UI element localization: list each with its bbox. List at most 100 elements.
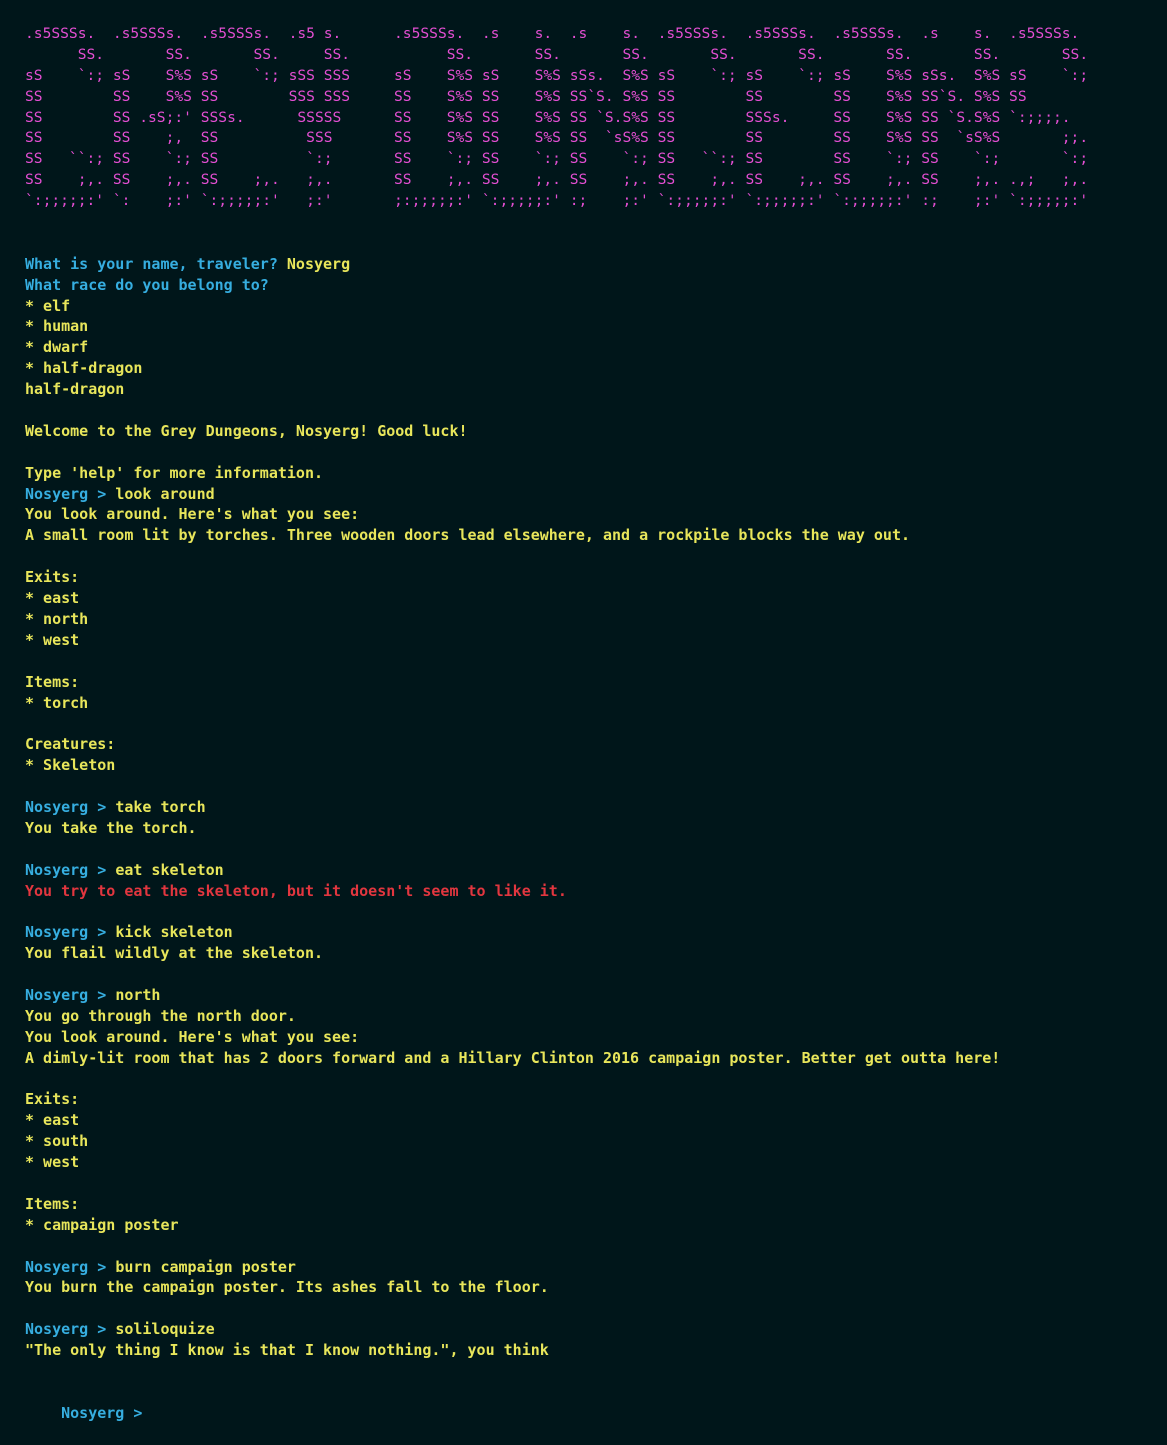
- output-text: * west: [25, 630, 80, 649]
- output-text: "The only thing I know is that I know no…: [25, 1341, 549, 1360]
- banner-line: SS ;,. SS ;,. SS ;,. ;,. SS ;,. SS ;,. S…: [25, 171, 1089, 189]
- output-line: * elf: [25, 296, 1155, 317]
- output-line: * human: [25, 316, 1155, 337]
- output-line: A dimly-lit room that has 2 doors forwar…: [25, 1048, 1155, 1069]
- output-text: * campaign poster: [25, 1215, 179, 1234]
- output-line: "The only thing I know is that I know no…: [25, 1340, 1155, 1361]
- output-line: A small room lit by torches. Three woode…: [25, 525, 1155, 546]
- output-line: You look around. Here's what you see:: [25, 1027, 1155, 1048]
- output-text: * human: [25, 317, 89, 336]
- output-text: * south: [25, 1132, 89, 1151]
- output-text: * east: [25, 1111, 80, 1130]
- output-line: You take the torch.: [25, 818, 1155, 839]
- output-line: * Skeleton: [25, 755, 1155, 776]
- output-line: Exits:: [25, 567, 1155, 588]
- output-line: You look around. Here's what you see:: [25, 504, 1155, 525]
- output-text: * east: [25, 589, 80, 608]
- output-line: * north: [25, 609, 1155, 630]
- input-prompt: Nosyerg >: [61, 1403, 152, 1422]
- output-text: eat skeleton: [115, 860, 224, 879]
- output-line: Items:: [25, 1194, 1155, 1215]
- banner-line: sS `:; sS S%S sS `:; sSS SSS sS S%S sS S…: [25, 66, 1089, 84]
- output-line: * east: [25, 588, 1155, 609]
- output-text: You flail wildly at the skeleton.: [25, 944, 324, 963]
- output-line: * east: [25, 1110, 1155, 1131]
- banner-line: SS SS ;, SS SSS SS S%S SS S%S SS `sS%S S…: [25, 129, 1089, 147]
- output-text: * dwarf: [25, 338, 89, 357]
- output-text: Welcome to the Grey Dungeons, Nosyerg! G…: [25, 421, 468, 440]
- error-text: You try to eat the skeleton, but it does…: [25, 881, 567, 900]
- banner-spacer: [25, 212, 1155, 233]
- banner-line: .s5SSSs. .s5SSSs. .s5SSSs. .s5 s. .s5SSS…: [25, 25, 1080, 42]
- output-text: * north: [25, 609, 89, 628]
- output-text: Items:: [25, 1194, 80, 1213]
- output-line: * dwarf: [25, 337, 1155, 358]
- output-text: Exits:: [25, 1090, 80, 1109]
- output-text: You burn the campaign poster. Its ashes …: [25, 1278, 549, 1297]
- output-text: You take the torch.: [25, 818, 197, 837]
- banner-line: SS SS S%S SS SSS SSS SS S%S SS S%S SS`S.…: [25, 87, 1027, 105]
- output-line: * south: [25, 1131, 1155, 1152]
- output-text: * torch: [25, 693, 89, 712]
- command-prompt: Nosyerg >: [25, 797, 116, 816]
- output-text: You look around. Here's what you see:: [25, 505, 360, 524]
- output-line: Nosyerg > kick skeleton: [25, 922, 1155, 943]
- output-line: Nosyerg > burn campaign poster: [25, 1257, 1155, 1278]
- output-text: * west: [25, 1153, 80, 1172]
- output-line: half-dragon: [25, 379, 1155, 400]
- output-text: You look around. Here's what you see:: [25, 1027, 360, 1046]
- banner-line: `:;;;;;:' `: ;:' `:;;;;;:' ;:' ;:;;;;;:'…: [25, 192, 1089, 210]
- ascii-title-banner: .s5SSSs. .s5SSSs. .s5SSSs. .s5 s. .s5SSS…: [25, 24, 1155, 212]
- output-text: A dimly-lit room that has 2 doors forwar…: [25, 1048, 1001, 1067]
- command-input-line[interactable]: Nosyerg >: [25, 1382, 1155, 1422]
- output-line: Nosyerg > look around: [25, 484, 1155, 505]
- terminal-window[interactable]: .s5SSSs. .s5SSSs. .s5SSSs. .s5 s. .s5SSS…: [25, 24, 1155, 1422]
- output-text: burn campaign poster: [115, 1257, 296, 1276]
- output-line: * half-dragon: [25, 358, 1155, 379]
- output-line: Nosyerg > soliloquize: [25, 1319, 1155, 1340]
- banner-spacer: [25, 233, 1155, 254]
- output-line: What race do you belong to?: [25, 275, 1155, 296]
- output-line: Nosyerg > take torch: [25, 797, 1155, 818]
- output-text: soliloquize: [115, 1320, 215, 1339]
- output-text: What is your name, traveler?: [25, 254, 287, 273]
- banner-line: SS ``:; SS `:; SS `:; SS `:; SS `:; SS `…: [25, 150, 1089, 168]
- output-text: north: [115, 985, 161, 1004]
- command-prompt: Nosyerg >: [25, 923, 116, 942]
- banner-line: SS SS .sS;:' SSSs. SSSSS SS S%S SS S%S S…: [25, 108, 1071, 126]
- output-line: * campaign poster: [25, 1215, 1155, 1236]
- output-line: You burn the campaign poster. Its ashes …: [25, 1277, 1155, 1298]
- output-text: * half-dragon: [25, 359, 143, 378]
- command-prompt: Nosyerg >: [25, 985, 116, 1004]
- banner-line: SS. SS. SS. SS. SS. SS. SS. SS. SS. SS. …: [25, 45, 1089, 63]
- output-text: look around: [115, 484, 215, 503]
- output-text: What race do you belong to?: [25, 275, 269, 294]
- output-text: take torch: [115, 797, 206, 816]
- output-line: * west: [25, 630, 1155, 651]
- command-prompt: Nosyerg >: [25, 1257, 116, 1276]
- output-line: Type 'help' for more information.: [25, 463, 1155, 484]
- session-log: What is your name, traveler? Nosyerg What…: [25, 254, 1155, 1382]
- output-line: You go through the north door.: [25, 1006, 1155, 1027]
- output-text: Exits:: [25, 568, 80, 587]
- output-text: half-dragon: [25, 380, 125, 399]
- output-line: * west: [25, 1152, 1155, 1173]
- output-line: Nosyerg > north: [25, 985, 1155, 1006]
- output-text: Type 'help' for more information.: [25, 463, 324, 482]
- output-line: Welcome to the Grey Dungeons, Nosyerg! G…: [25, 421, 1155, 442]
- output-text: * elf: [25, 296, 71, 315]
- output-line: Nosyerg > eat skeleton: [25, 860, 1155, 881]
- command-prompt: Nosyerg >: [25, 860, 116, 879]
